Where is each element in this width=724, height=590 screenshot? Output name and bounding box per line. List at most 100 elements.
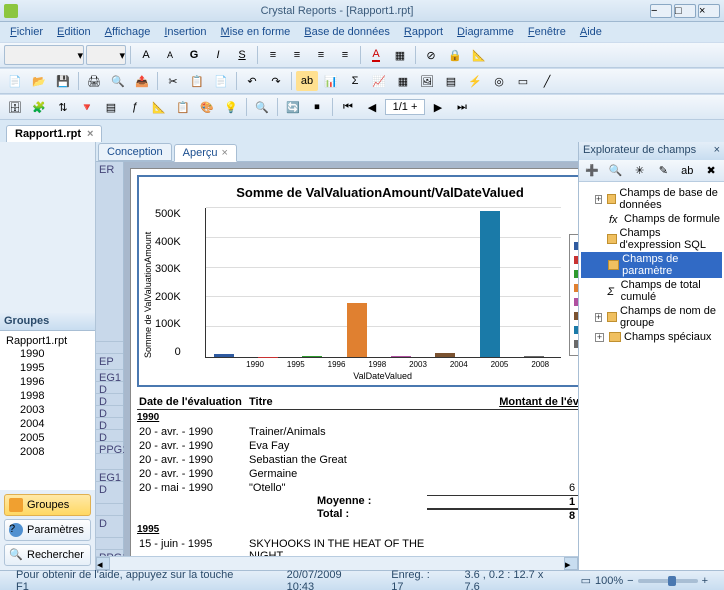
preview-tab[interactable]: Aperçu× xyxy=(174,144,237,162)
insert-summary-button[interactable]: Σ xyxy=(344,71,366,91)
insert-chart-button[interactable]: 📈 xyxy=(368,71,390,91)
copy-button[interactable]: 📋 xyxy=(186,71,208,91)
print-button[interactable]: 🖨 xyxy=(83,71,105,91)
minimize-button[interactable]: − xyxy=(650,4,672,18)
zoom-in-button[interactable]: + xyxy=(702,575,708,587)
zoom-slider[interactable] xyxy=(638,579,698,583)
italic-button[interactable]: I xyxy=(207,45,229,65)
close-preview-icon[interactable]: × xyxy=(222,147,228,159)
chart-bar[interactable] xyxy=(435,353,455,357)
paste-button[interactable]: 📄 xyxy=(210,71,232,91)
select-expert-button[interactable]: 🔻 xyxy=(76,97,98,117)
increase-font-button[interactable]: A xyxy=(135,45,157,65)
refresh-button[interactable]: 🔄 xyxy=(282,97,304,117)
page-number-input[interactable] xyxy=(385,99,425,115)
new-field-button[interactable]: ✳ xyxy=(629,161,651,181)
group-tree-item[interactable]: 2003 xyxy=(2,403,93,417)
field-tree-item[interactable]: +Champs spéciaux xyxy=(581,330,722,344)
next-page-button[interactable]: ▶ xyxy=(427,97,449,117)
chart-bar[interactable] xyxy=(524,356,544,357)
field-tree-item[interactable]: fxChamps de formule xyxy=(581,212,722,226)
group-tree-item[interactable]: 2008 xyxy=(2,445,93,459)
olap-expert-button[interactable]: 📐 xyxy=(148,97,170,117)
menu-aide[interactable]: Aide xyxy=(574,24,608,40)
field-tree-item[interactable]: Champs de paramètre xyxy=(581,252,722,278)
font-color-button[interactable]: A xyxy=(365,45,387,65)
export-button[interactable]: 📤 xyxy=(131,71,153,91)
database-expert-button[interactable]: 🗄 xyxy=(4,97,26,117)
field-explorer-tree[interactable]: +Champs de base de donnéesfxChamps de fo… xyxy=(579,182,724,570)
chart-bar[interactable] xyxy=(391,356,411,357)
align-center-button[interactable]: ≡ xyxy=(286,45,308,65)
template-expert-button[interactable]: 📋 xyxy=(172,97,194,117)
edit-field-button[interactable]: ✎ xyxy=(652,161,674,181)
menu-edition[interactable]: Edition xyxy=(51,24,97,40)
cut-button[interactable]: ✂ xyxy=(162,71,184,91)
section-expert-button[interactable]: ▤ xyxy=(100,97,122,117)
field-tree-item[interactable]: ΣChamps de total cumulé xyxy=(581,278,722,304)
close-tab-icon[interactable]: × xyxy=(87,128,93,140)
chart-bar[interactable] xyxy=(480,211,500,357)
delete-field-button[interactable]: ✖ xyxy=(700,161,722,181)
parameters-tab-button[interactable]: ? Paramètres xyxy=(4,519,91,541)
open-button[interactable]: 📂 xyxy=(28,71,50,91)
highlight-expert-button[interactable]: 💡 xyxy=(220,97,242,117)
menu-rapport[interactable]: Rapport xyxy=(398,24,449,40)
group-tree-item[interactable]: 1990 xyxy=(2,347,93,361)
preview-canvas[interactable]: Somme de ValValuationAmount/ValDateValue… xyxy=(124,162,578,556)
menu-mise en forme[interactable]: Mise en forme xyxy=(215,24,297,40)
first-page-button[interactable]: ⏮ xyxy=(337,97,359,117)
group-expert-button[interactable]: 🧩 xyxy=(28,97,50,117)
insert-field-button[interactable]: ➕ xyxy=(581,161,603,181)
group-tree-item[interactable]: 1995 xyxy=(2,361,93,375)
align-left-button[interactable]: ≡ xyxy=(262,45,284,65)
insert-crosstab-button[interactable]: ▤ xyxy=(440,71,462,91)
formula-workshop-button[interactable]: ƒ xyxy=(124,97,146,117)
format-expert-button[interactable]: 🎨 xyxy=(196,97,218,117)
zoom-control[interactable]: ▭ 100% − + xyxy=(571,574,718,587)
menu-fenêtre[interactable]: Fenêtre xyxy=(522,24,572,40)
underline-button[interactable]: S xyxy=(231,45,253,65)
group-tree-item[interactable]: 1998 xyxy=(2,389,93,403)
insert-ole-button[interactable]: ◎ xyxy=(488,71,510,91)
redo-button[interactable]: ↷ xyxy=(265,71,287,91)
zoom-button[interactable]: 🔍 xyxy=(251,97,273,117)
align-right-button[interactable]: ≡ xyxy=(310,45,332,65)
menu-fichier[interactable]: Fichier xyxy=(4,24,49,40)
lock-size-button[interactable]: 📐 xyxy=(468,45,490,65)
maximize-button[interactable]: □ xyxy=(674,4,696,18)
insert-group-button[interactable]: 📊 xyxy=(320,71,342,91)
borders-button[interactable]: ▦ xyxy=(389,45,411,65)
last-page-button[interactable]: ⏭ xyxy=(451,97,473,117)
find-tab-button[interactable]: 🔍 Rechercher xyxy=(4,544,91,566)
rename-field-button[interactable]: ab xyxy=(676,161,698,181)
tree-root[interactable]: Rapport1.rpt xyxy=(2,335,93,347)
design-tab[interactable]: Conception xyxy=(98,143,172,161)
chart-bar[interactable] xyxy=(214,354,234,357)
decrease-font-button[interactable]: A xyxy=(159,45,181,65)
insert-flash-button[interactable]: ⚡ xyxy=(464,71,486,91)
print-preview-button[interactable]: 🔍 xyxy=(107,71,129,91)
groups-tab-button[interactable]: Groupes xyxy=(4,494,91,516)
insert-text-button[interactable]: ab xyxy=(296,71,318,91)
group-tree-item[interactable]: 2004 xyxy=(2,417,93,431)
group-tree-item[interactable]: 1996 xyxy=(2,375,93,389)
lock-format-button[interactable]: 🔒 xyxy=(444,45,466,65)
align-justify-button[interactable]: ≡ xyxy=(334,45,356,65)
insert-subreport-button[interactable]: ▦ xyxy=(392,71,414,91)
prev-page-button[interactable]: ◀ xyxy=(361,97,383,117)
groups-tree[interactable]: Rapport1.rpt 199019951996199820032004200… xyxy=(0,331,95,490)
menu-diagramme[interactable]: Diagramme xyxy=(451,24,520,40)
insert-picture-button[interactable]: 🖼 xyxy=(416,71,438,91)
stop-button[interactable]: ⏹ xyxy=(306,97,328,117)
field-tree-item[interactable]: Champs d'expression SQL xyxy=(581,226,722,252)
chart[interactable]: Somme de ValValuationAmount/ValDateValue… xyxy=(137,175,578,387)
menu-affichage[interactable]: Affichage xyxy=(99,24,157,40)
save-button[interactable]: 💾 xyxy=(52,71,74,91)
browse-field-button[interactable]: 🔍 xyxy=(605,161,627,181)
font-name-dropdown[interactable]: ▾ xyxy=(4,45,84,65)
suppress-button[interactable]: ⊘ xyxy=(420,45,442,65)
bold-button[interactable]: G xyxy=(183,45,205,65)
insert-line-button[interactable]: ╱ xyxy=(536,71,558,91)
group-tree-item[interactable]: 2005 xyxy=(2,431,93,445)
